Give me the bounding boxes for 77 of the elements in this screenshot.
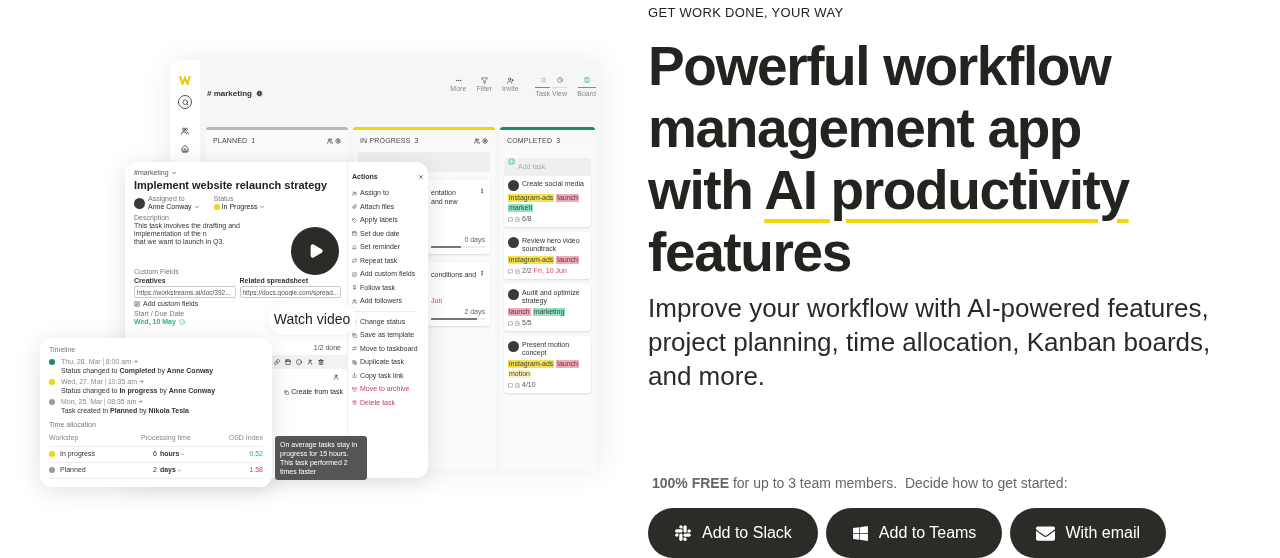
- hero-subtitle: Improve your workflow with AI-powered features, project planning, time allocation, Kanban boards, and more.: [648, 291, 1212, 393]
- info-icon: [255, 90, 263, 97]
- clock-icon: [556, 77, 563, 84]
- pricing-note: 100% FREE for up to 3 team members. Decide how to get started:: [652, 474, 1069, 493]
- play-icon: [308, 243, 324, 259]
- signup-button[interactable]: With email: [1010, 508, 1167, 558]
- check-icon: [178, 319, 185, 325]
- user-icon: [333, 374, 339, 380]
- avatar: [508, 289, 519, 300]
- trash-icon: [352, 400, 357, 406]
- paperclip-icon: [352, 204, 357, 210]
- copy-icon: [352, 332, 357, 338]
- bell-icon: [352, 244, 357, 250]
- checklist-icon: [515, 320, 520, 326]
- hero-heading: Powerful workflow management app with AI productivity features: [648, 34, 1131, 283]
- users-icon: [474, 138, 480, 144]
- avatar: [508, 180, 519, 191]
- pin-icon: [352, 285, 357, 291]
- arrow-icon: [133, 359, 138, 364]
- comment-icon: [508, 216, 513, 222]
- logo-icon: [179, 75, 191, 85]
- link-icon[interactable]: [274, 359, 280, 365]
- settings-icon[interactable]: [335, 138, 341, 144]
- comment-icon: [508, 268, 513, 274]
- watch-video-button[interactable]: Watch video: [268, 303, 356, 335]
- arrow-icon: [138, 399, 144, 404]
- search-icon: [181, 98, 189, 106]
- arrows-icon: [352, 346, 357, 352]
- mail-icon: [1036, 523, 1056, 543]
- archive-icon: [352, 386, 357, 392]
- checklist-icon: [539, 77, 546, 84]
- copy-icon: [284, 389, 290, 395]
- tag-icon: [352, 217, 357, 223]
- users-icon[interactable]: [181, 127, 189, 135]
- home-icon[interactable]: [181, 145, 189, 153]
- chevron-icon: [193, 204, 200, 210]
- circle-icon[interactable]: [296, 359, 302, 365]
- chevron-icon[interactable]: [170, 170, 177, 176]
- copy-plus-icon: [352, 359, 357, 365]
- arrow-icon: [139, 379, 145, 384]
- more-icon[interactable]: [479, 270, 485, 276]
- trash-icon[interactable]: [318, 359, 324, 365]
- checklist-icon: [515, 216, 520, 222]
- user-plus-icon: [506, 77, 514, 85]
- signup-button[interactable]: Add to Teams: [825, 508, 1003, 558]
- columns-icon: [583, 77, 590, 84]
- calendar-icon: [352, 231, 357, 237]
- comment-icon: [508, 382, 513, 388]
- checklist-icon: [515, 382, 520, 388]
- avatar: [508, 341, 519, 352]
- close-icon[interactable]: [418, 174, 424, 181]
- edit-icon: [352, 271, 357, 277]
- avatar: [508, 237, 519, 248]
- settings-icon[interactable]: [482, 138, 488, 144]
- windows-icon: [851, 524, 869, 542]
- chevron-icon: [180, 451, 186, 457]
- eyebrow-text: GET WORK DONE, YOUR WAY: [648, 4, 845, 22]
- more-icon[interactable]: [479, 188, 485, 194]
- users-icon: [352, 298, 357, 304]
- chevron-icon: [176, 467, 182, 473]
- channel-title: # marketing: [207, 87, 252, 100]
- share-icon: [352, 373, 357, 379]
- calendar-icon[interactable]: [285, 359, 291, 365]
- task-title: Implement website relaunch strategy: [134, 179, 329, 192]
- avatar: [134, 197, 145, 209]
- user-icon[interactable]: [307, 359, 313, 365]
- users-icon: [327, 138, 333, 144]
- slack-icon: [674, 524, 692, 542]
- repeat-icon: [352, 258, 357, 264]
- user-plus-icon: [352, 190, 357, 196]
- checklist-icon: [515, 268, 520, 274]
- chevron-icon: [259, 204, 266, 210]
- comment-icon: [508, 320, 513, 326]
- edit-icon: [134, 301, 140, 307]
- signup-button[interactable]: Add to Slack: [648, 508, 818, 558]
- filter-icon: [480, 77, 488, 85]
- plus-icon: [508, 157, 515, 165]
